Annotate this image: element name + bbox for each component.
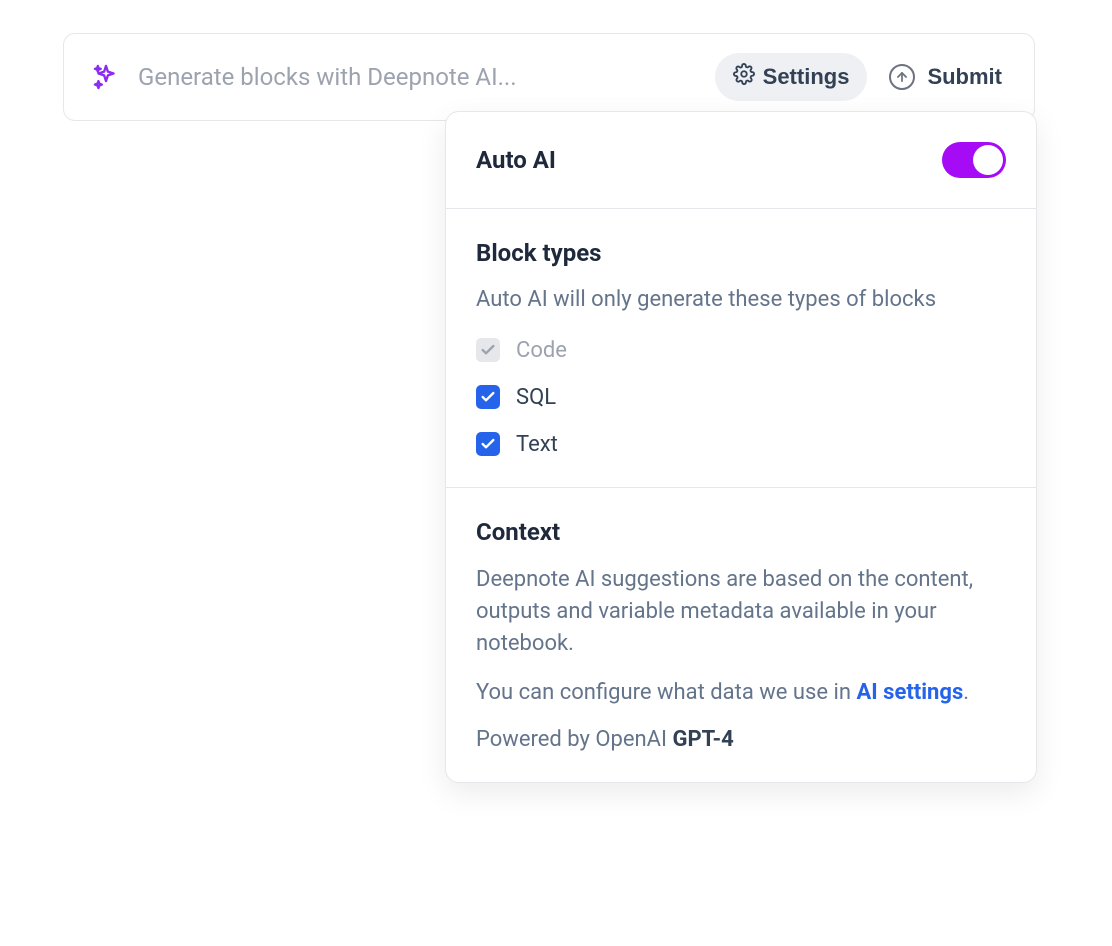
- settings-dropdown-panel: Auto AI Block types Auto AI will only ge…: [445, 111, 1037, 783]
- submit-button[interactable]: Submit: [885, 54, 1006, 100]
- submit-button-label: Submit: [927, 64, 1002, 90]
- ai-prompt-input[interactable]: Generate blocks with Deepnote AI...: [138, 63, 697, 91]
- block-types-description: Auto AI will only generate these types o…: [476, 285, 1006, 316]
- checkbox-code: [476, 338, 500, 362]
- powered-by-text: Powered by OpenAI GPT-4: [476, 727, 1006, 752]
- context-paragraph-1: Deepnote AI suggestions are based on the…: [476, 564, 1006, 660]
- powered-prefix: Powered by OpenAI: [476, 727, 672, 752]
- checkbox-sql[interactable]: [476, 385, 500, 409]
- checkbox-item-code: Code: [476, 338, 1006, 363]
- auto-ai-title: Auto AI: [476, 146, 556, 174]
- block-types-title: Block types: [476, 239, 1006, 267]
- arrow-up-circle-icon: [889, 64, 915, 90]
- checkbox-item-sql: SQL: [476, 385, 1006, 410]
- auto-ai-toggle[interactable]: [942, 142, 1006, 178]
- checkbox-item-text: Text: [476, 432, 1006, 457]
- gear-icon: [733, 63, 755, 91]
- checkbox-label-code: Code: [516, 338, 567, 363]
- context-paragraph-2: You can configure what data we use in AI…: [476, 677, 1006, 709]
- toggle-knob: [973, 145, 1003, 175]
- ai-input-bar: Generate blocks with Deepnote AI... Sett…: [63, 33, 1035, 121]
- checkbox-label-sql: SQL: [516, 385, 556, 410]
- auto-ai-section: Auto AI: [446, 112, 1036, 209]
- powered-model: GPT-4: [672, 727, 733, 752]
- checkbox-text[interactable]: [476, 432, 500, 456]
- context-title: Context: [476, 518, 1006, 546]
- checkbox-label-text: Text: [516, 432, 558, 457]
- block-types-list: Code SQL Text: [476, 338, 1006, 457]
- context-section: Context Deepnote AI suggestions are base…: [446, 488, 1036, 783]
- settings-button[interactable]: Settings: [715, 53, 868, 101]
- sparkle-icon: [92, 63, 120, 91]
- settings-button-label: Settings: [763, 64, 850, 90]
- block-types-section: Block types Auto AI will only generate t…: [446, 209, 1036, 488]
- ai-settings-link[interactable]: AI settings: [856, 680, 963, 705]
- context-p2-prefix: You can configure what data we use in: [476, 680, 856, 705]
- context-p2-suffix: .: [963, 680, 969, 705]
